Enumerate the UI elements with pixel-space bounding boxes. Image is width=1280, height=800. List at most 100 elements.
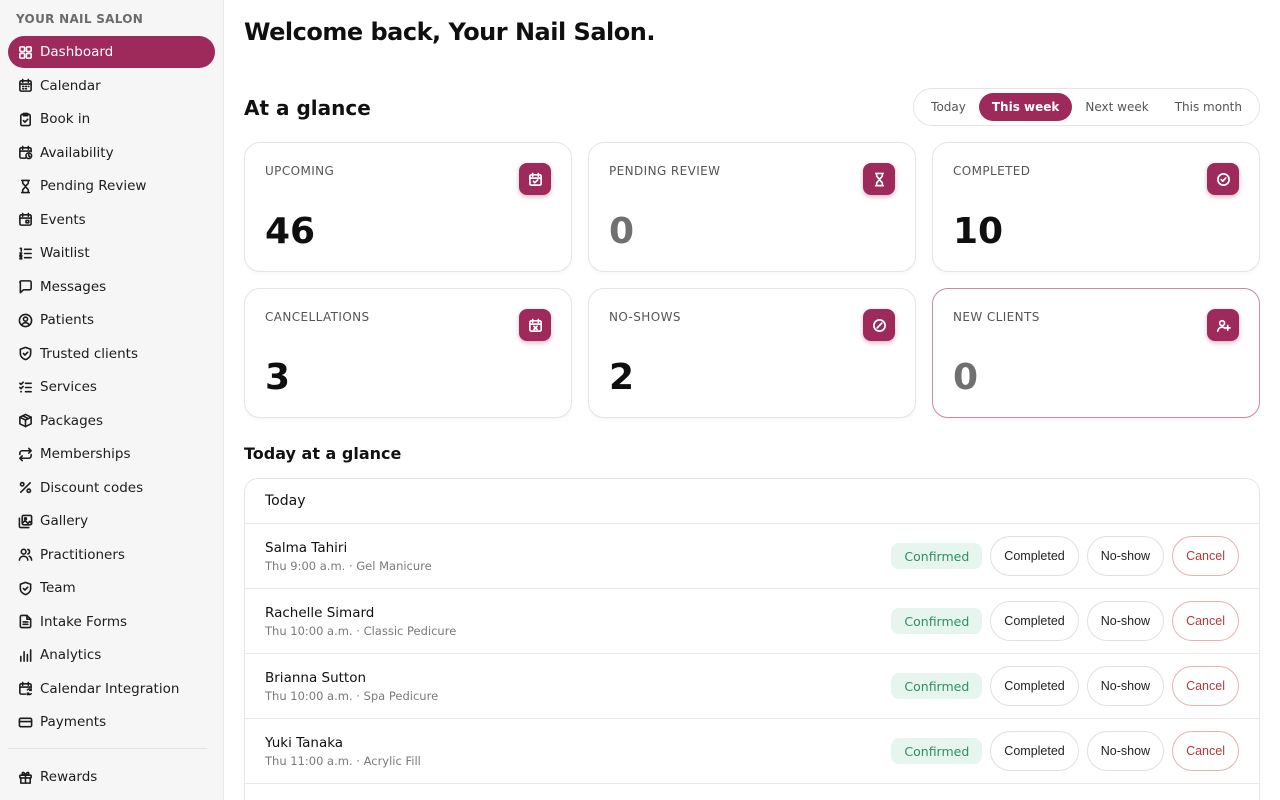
mark-completed-button[interactable]: Completed <box>990 731 1079 771</box>
status-badge: Confirmed <box>891 608 983 634</box>
ban-icon <box>863 309 895 341</box>
sidebar-item-discount-codes[interactable]: Discount codes <box>8 472 215 504</box>
appointment-details: Thu 10:00 a.m. · Classic Pedicure <box>265 624 457 638</box>
sidebar-item-patients[interactable]: Patients <box>8 304 215 336</box>
sidebar-item-gallery[interactable]: Gallery <box>8 505 215 537</box>
appointment-row: Brianna Sutton Thu 10:00 a.m. · Spa Pedi… <box>245 654 1259 719</box>
sidebar-item-label: Memberships <box>40 446 131 462</box>
stat-card-label: NEW CLIENTS <box>953 310 1040 324</box>
sidebar-item-label: Intake Forms <box>40 613 128 630</box>
stat-card-value: 0 <box>953 357 979 398</box>
sidebar-nav: Dashboard Calendar Book in Availability … <box>8 36 215 795</box>
mark-completed-button[interactable]: Completed <box>990 601 1079 641</box>
sidebar-item-availability[interactable]: Availability <box>8 137 215 169</box>
appointment-row: Yuki Tanaka Thu 11:00 a.m. · Acrylic Fil… <box>245 719 1259 784</box>
calendar-icon <box>17 78 33 94</box>
shield-check-icon <box>17 346 33 362</box>
range-next-week-button[interactable]: Next week <box>1072 93 1161 121</box>
sidebar-item-events[interactable]: Events <box>8 204 215 236</box>
clipboard-icon <box>17 111 33 127</box>
sidebar-item-label: Calendar <box>40 77 101 94</box>
stat-card-cancellations[interactable]: CANCELLATIONS 3 <box>244 288 572 418</box>
sidebar-item-label: Services <box>40 379 97 395</box>
appointment-row: Salma Tahiri Thu 9:00 a.m. · Gel Manicur… <box>245 524 1259 589</box>
stat-card-upcoming[interactable]: UPCOMING 46 <box>244 142 572 272</box>
sidebar-item-label: Patients <box>40 312 95 328</box>
sidebar-item-calendar[interactable]: Calendar <box>8 70 215 102</box>
stat-card-label: PENDING REVIEW <box>609 164 721 178</box>
sidebar-item-team[interactable]: Team <box>8 572 215 604</box>
sidebar-item-dashboard[interactable]: Dashboard <box>8 36 215 68</box>
user-plus-icon <box>1207 309 1239 341</box>
sidebar-item-label: Practitioners <box>40 546 125 563</box>
sidebar-item-practitioners[interactable]: Practitioners <box>8 539 215 571</box>
mark-no-show-button[interactable]: No-show <box>1086 536 1165 576</box>
main-content: Welcome back, Your Nail Salon. At a glan… <box>244 0 1260 800</box>
calendar-sync-icon <box>17 681 33 697</box>
cancel-appointment-button[interactable]: Cancel <box>1172 666 1239 706</box>
stat-card-completed[interactable]: COMPLETED 10 <box>932 142 1260 272</box>
sidebar-item-calendar-integration[interactable]: Calendar Integration <box>8 673 215 705</box>
sidebar-item-trusted-clients[interactable]: Trusted clients <box>8 338 215 370</box>
sidebar-item-label: Availability <box>40 144 114 161</box>
list-checks-icon <box>17 379 33 395</box>
sidebar-item-analytics[interactable]: Analytics <box>8 639 215 671</box>
users-icon <box>17 547 33 563</box>
sidebar-item-rewards[interactable]: Rewards <box>8 761 215 793</box>
sidebar-item-packages[interactable]: Packages <box>8 405 215 437</box>
cancel-appointment-button[interactable]: Cancel <box>1172 601 1239 641</box>
sidebar-item-payments[interactable]: Payments <box>8 706 215 738</box>
sidebar-item-label: Payments <box>40 714 107 730</box>
percent-icon <box>17 480 33 496</box>
range-today-button[interactable]: Today <box>918 93 979 121</box>
range-this-month-button[interactable]: This month <box>1162 93 1255 121</box>
sidebar-item-label: Discount codes <box>40 479 144 496</box>
gift-icon <box>17 769 33 785</box>
stat-card-pending-review[interactable]: PENDING REVIEW 0 <box>588 142 916 272</box>
mark-no-show-button[interactable]: No-show <box>1086 601 1165 641</box>
mark-completed-button[interactable]: Completed <box>990 536 1079 576</box>
sidebar-item-label: Analytics <box>40 647 102 663</box>
stat-card-no-shows[interactable]: NO-SHOWS 2 <box>588 288 916 418</box>
range-this-week-button[interactable]: This week <box>978 93 1073 121</box>
sidebar-item-label: Calendar Integration <box>40 680 180 697</box>
sidebar-item-pending-review[interactable]: Pending Review <box>8 170 215 202</box>
sidebar-item-intake-forms[interactable]: Intake Forms <box>8 606 215 638</box>
stat-card-new-clients[interactable]: NEW CLIENTS 0 <box>932 288 1260 418</box>
stat-card-value: 3 <box>265 357 291 398</box>
cancel-appointment-button[interactable]: Cancel <box>1172 731 1239 771</box>
sidebar-item-label: Team <box>40 580 76 596</box>
message-icon <box>17 279 33 295</box>
status-badge: Confirmed <box>891 543 983 569</box>
status-badge: Confirmed <box>891 673 983 699</box>
date-range-toggle: Today This week Next week This month <box>913 88 1260 126</box>
sidebar-item-label: Trusted clients <box>40 345 138 362</box>
client-name: Rachelle Simard <box>265 605 375 621</box>
mark-completed-button[interactable]: Completed <box>990 666 1079 706</box>
calendar-clock-icon <box>17 145 33 161</box>
calendar-event-icon <box>17 212 33 228</box>
section-title-today-at-a-glance: Today at a glance <box>244 444 402 463</box>
sidebar-item-services[interactable]: Services <box>8 371 215 403</box>
sidebar-divider <box>8 748 207 749</box>
section-title-at-a-glance: At a glance <box>244 96 371 120</box>
sidebar-item-book-in[interactable]: Book in <box>8 103 215 135</box>
grid-icon <box>17 44 33 60</box>
panel-title: Today <box>245 479 1259 524</box>
client-name: Salma Tahiri <box>265 540 348 556</box>
appointment-row: Rachelle Simard Thu 10:00 a.m. · Classic… <box>245 589 1259 654</box>
mark-no-show-button[interactable]: No-show <box>1086 731 1165 771</box>
page-title: Welcome back, Your Nail Salon. <box>244 18 655 46</box>
sidebar-item-label: Rewards <box>40 769 98 785</box>
cancel-appointment-button[interactable]: Cancel <box>1172 536 1239 576</box>
hourglass-icon <box>863 163 895 195</box>
stat-card-label: COMPLETED <box>953 164 1031 178</box>
appointment-actions: Confirmed Completed No-show Cancel <box>891 731 1239 771</box>
mark-no-show-button[interactable]: No-show <box>1086 666 1165 706</box>
sidebar-item-label: Events <box>40 211 86 228</box>
sidebar-item-memberships[interactable]: Memberships <box>8 438 215 470</box>
sidebar-item-waitlist[interactable]: Waitlist <box>8 237 215 269</box>
appointment-details: Thu 11:00 a.m. · Acrylic Fill <box>265 754 421 768</box>
sidebar-item-label: Waitlist <box>40 245 90 261</box>
sidebar-item-messages[interactable]: Messages <box>8 271 215 303</box>
